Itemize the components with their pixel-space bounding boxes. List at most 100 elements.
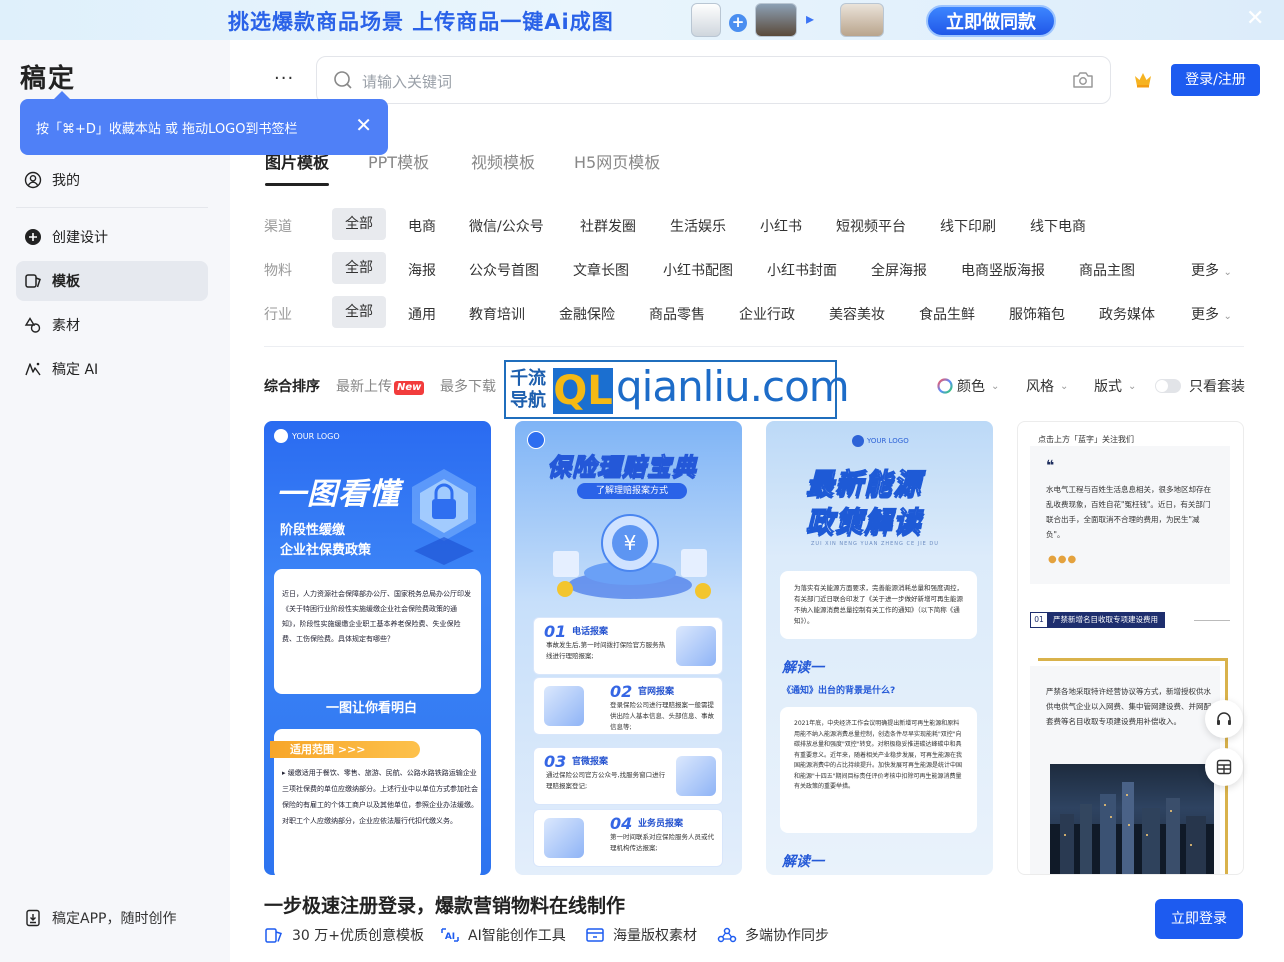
city-photo xyxy=(1050,764,1214,874)
filter-channel-option[interactable]: 小红书 xyxy=(760,216,802,236)
filter-material-option[interactable]: 商品主图 xyxy=(1079,260,1135,280)
search-input[interactable]: 请输入关键词 xyxy=(362,71,452,92)
card-logo-text: YOUR LOGO xyxy=(867,437,909,445)
item-number: 03 xyxy=(544,752,567,771)
sync-devices-icon xyxy=(717,927,737,943)
card-logo: YOUR LOGO xyxy=(274,429,340,443)
filter-material-option[interactable]: 小红书封面 xyxy=(767,260,837,280)
filter-channel-option[interactable]: 线下印刷 xyxy=(940,216,996,236)
card-section-tag: 适用范围 >>> xyxy=(270,741,420,758)
filter-channel-option[interactable]: 电商 xyxy=(408,216,436,236)
card-body-box: 2021年底，中央经济工作会议明确提出新增可再生能源和原料用能不纳入能源消费总量… xyxy=(780,707,977,833)
filter-material-option[interactable]: 全屏海报 xyxy=(871,260,927,280)
color-label: 颜色 xyxy=(957,379,985,395)
app-download-link[interactable]: 稿定APP，随时创作 xyxy=(24,908,176,928)
feature-label: 多端协作同步 xyxy=(745,928,829,944)
tab-video-templates[interactable]: 视频模板 xyxy=(471,149,535,173)
tag-title: 严禁新增名目收取专项建设费用 xyxy=(1047,613,1164,627)
filter-industry-more[interactable]: 更多 ⌄ xyxy=(1191,304,1232,324)
card-mid-title: 一图让你看明白 xyxy=(326,701,418,716)
feature-item: 多端协作同步 xyxy=(717,925,829,945)
color-wheel-icon xyxy=(937,378,953,394)
sidebar-item-mine[interactable]: 我的 xyxy=(16,160,208,200)
toggle-switch[interactable] xyxy=(1155,379,1181,393)
scene-thumb-icon xyxy=(755,3,797,37)
sidebar-item-ai[interactable]: 稿定 AI xyxy=(16,349,208,389)
filter-industry-option[interactable]: 美容美妆 xyxy=(829,304,885,324)
tooltip-close-icon[interactable]: ✕ xyxy=(355,113,372,137)
card-header-text: 点击上方「蓝字」关注我们 xyxy=(1038,435,1134,444)
customer-service-button[interactable] xyxy=(1205,700,1243,738)
item-number: 02 xyxy=(610,682,633,701)
plus-icon: + xyxy=(729,14,747,32)
filter-channel-option[interactable]: 社群发圈 xyxy=(580,216,636,236)
sort-newest[interactable]: 最新上传 New xyxy=(336,376,425,396)
template-card[interactable]: 保险理赔宝典 了解理赔报案方式 ¥ 01 电话报案 事故发生后,第一时间拨打保险… xyxy=(515,421,742,875)
layout-toggle-button[interactable] xyxy=(1205,748,1243,786)
more-menu-icon[interactable]: ··· xyxy=(274,68,294,89)
tab-h5-templates[interactable]: H5网页模板 xyxy=(574,149,660,173)
filter-industry-option[interactable]: 企业行政 xyxy=(739,304,795,324)
card-section-title: 解读一 xyxy=(782,660,824,676)
watermark-ql: QL xyxy=(553,368,613,414)
sidebar-item-label: 模板 xyxy=(52,274,80,290)
filter-channel-all[interactable]: 全部 xyxy=(332,208,386,240)
ai-icon: AI xyxy=(441,928,459,942)
chevron-down-icon: ⌄ xyxy=(1128,380,1137,392)
card-logo-icon xyxy=(527,431,545,449)
item-desc: 第一时间联系对应保险服务人员或代理机构传达报案; xyxy=(610,833,714,852)
tag-number: 01 xyxy=(1034,615,1044,624)
sort-most-downloads[interactable]: 最多下载 xyxy=(440,376,496,396)
camera-icon[interactable] xyxy=(1072,70,1094,94)
filter-industry-option[interactable]: 教育培训 xyxy=(469,304,525,324)
filter-channel-option[interactable]: 生活娱乐 xyxy=(670,216,726,236)
item-title: 官网报案 xyxy=(638,687,675,697)
filter-material-all[interactable]: 全部 xyxy=(332,252,386,284)
style-filter[interactable]: 风格 ⌄ xyxy=(1026,376,1068,396)
login-button[interactable]: 登录/注册 xyxy=(1171,64,1260,96)
filter-material-option[interactable]: 海报 xyxy=(408,260,436,280)
search-box[interactable]: 请输入关键词 xyxy=(316,56,1111,104)
sidebar-item-assets[interactable]: 素材 xyxy=(16,305,208,345)
site-logo[interactable]: 稿定 xyxy=(20,58,76,95)
card-pill: 了解理赔报案方式 xyxy=(577,483,687,499)
filter-industry-option[interactable]: 食品生鲜 xyxy=(919,304,975,324)
filter-material-option[interactable]: 公众号首图 xyxy=(469,260,539,280)
card-intro-text: 近日，人力资源社会保障部办公厅、国家税务总局办公厅印发《关于特困行业阶段性实施缓… xyxy=(282,590,471,643)
format-filter[interactable]: 版式 ⌄ xyxy=(1094,376,1136,396)
chevron-down-icon: ⌄ xyxy=(1223,311,1232,322)
banner-cta-button[interactable]: 立即做同款 xyxy=(926,5,1056,37)
filter-industry-option[interactable]: 通用 xyxy=(408,304,436,324)
template-card[interactable]: YOUR LOGO 一图看懂 阶段性缓缴 企业社保费政策 近日，人力资源社会保障… xyxy=(264,421,491,875)
dots-decoration: ●●● xyxy=(1048,554,1078,565)
filter-channel-option[interactable]: 微信/公众号 xyxy=(469,216,544,236)
sort-comprehensive[interactable]: 综合排序 xyxy=(264,376,320,396)
feature-label: AI智能创作工具 xyxy=(468,928,566,944)
template-card[interactable]: 点击上方「蓝字」关注我们 ❝ 水电气工程与百姓生活息息相关，很多地区却存在乱收费… xyxy=(1017,421,1244,875)
filter-material-option[interactable]: 电商竖版海报 xyxy=(961,260,1045,280)
filter-material-option[interactable]: 小红书配图 xyxy=(663,260,733,280)
filter-channel-option[interactable]: 短视频平台 xyxy=(836,216,906,236)
login-now-button[interactable]: 立即登录 xyxy=(1155,899,1243,939)
filter-industry-option[interactable]: 服饰箱包 xyxy=(1009,304,1065,324)
filter-material-option[interactable]: 文章长图 xyxy=(573,260,629,280)
filter-material-more[interactable]: 更多 ⌄ xyxy=(1191,260,1232,280)
filter-industry-option[interactable]: 政务媒体 xyxy=(1099,304,1155,324)
shapes-icon xyxy=(24,316,42,334)
color-filter[interactable]: 颜色 ⌄ xyxy=(937,376,999,396)
only-set-toggle[interactable]: 只看套装 xyxy=(1155,376,1245,396)
filter-industry-option[interactable]: 金融保险 xyxy=(559,304,615,324)
sidebar-item-templates[interactable]: 模板 xyxy=(16,261,208,301)
filter-label-material: 物料 xyxy=(264,263,292,279)
crown-icon[interactable] xyxy=(1133,71,1153,93)
template-card[interactable]: YOUR LOGO 最新能源 政策解读 ZUI XIN NENG YUAN ZH… xyxy=(766,421,993,875)
card-body-text: 严禁各地采取特许经营协议等方式，新增授权供水供电供气企业以入网费、集中管网建设费… xyxy=(1046,687,1211,726)
card-subtitle-line: 阶段性缓缴 xyxy=(280,523,346,538)
promo-banner[interactable]: 挑选爆款商品场景 上传商品一键Ai成图 + ▸ 立即做同款 ✕ xyxy=(0,0,1284,40)
filter-channel-option[interactable]: 线下电商 xyxy=(1030,216,1086,236)
sidebar-item-create[interactable]: 创建设计 xyxy=(16,217,208,257)
filter-industry-option[interactable]: 商品零售 xyxy=(649,304,705,324)
filter-industry-all[interactable]: 全部 xyxy=(332,296,386,328)
banner-close-icon[interactable]: ✕ xyxy=(1246,6,1264,32)
computer-icon xyxy=(544,686,584,726)
